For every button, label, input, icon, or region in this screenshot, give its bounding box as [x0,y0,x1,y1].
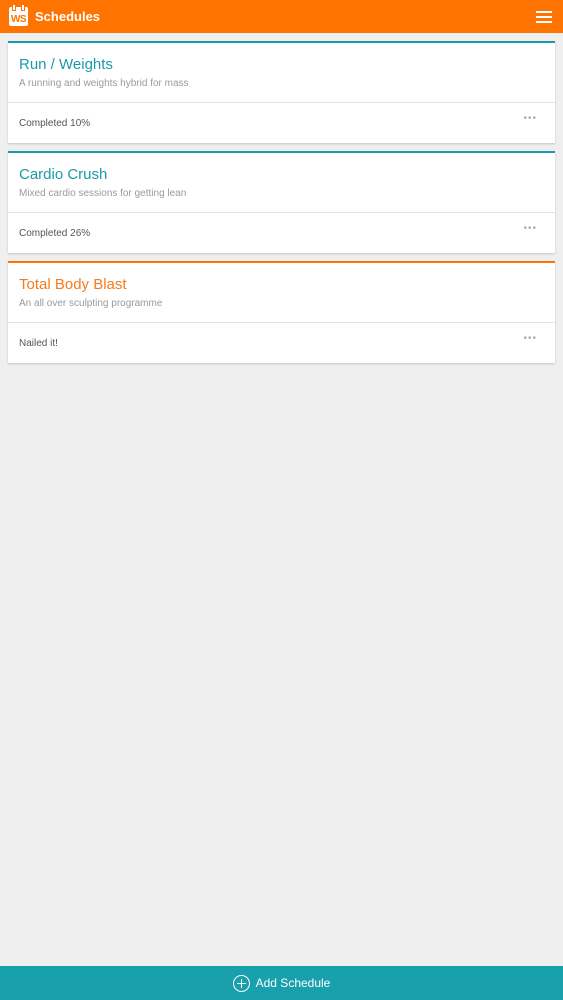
add-schedule-label: Add Schedule [255,976,331,990]
more-horizontal-icon[interactable]: ••• [523,334,537,344]
schedule-status: Completed 10% [19,117,91,129]
more-horizontal-icon[interactable]: ••• [523,114,537,124]
schedule-description: A running and weights hybrid for mass [19,78,189,89]
schedule-card-footer: Completed 26% ••• [8,213,555,253]
schedule-card[interactable]: Total Body Blast An all over sculpting p… [8,261,555,363]
more-horizontal-icon[interactable]: ••• [523,224,537,234]
schedule-card-footer: Nailed it! ••• [8,323,555,363]
schedule-title: Total Body Blast [19,276,127,293]
schedule-card[interactable]: Cardio Crush Mixed cardio sessions for g… [8,151,555,253]
hamburger-icon[interactable] [536,10,552,23]
schedule-card-header[interactable]: Cardio Crush Mixed cardio sessions for g… [8,153,555,213]
schedule-description: An all over sculpting programme [19,298,163,309]
schedule-title: Run / Weights [19,56,113,73]
plus-circle-icon [232,974,250,992]
page-title: Schedules [35,9,101,24]
schedule-status: Completed 26% [19,227,91,239]
calendar-icon: WS [9,4,28,26]
app-header: WS Schedules [0,0,563,33]
schedule-card-header[interactable]: Total Body Blast An all over sculpting p… [8,263,555,323]
schedule-status: Nailed it! [19,337,58,349]
schedule-title: Cardio Crush [19,166,108,183]
schedule-description: Mixed cardio sessions for getting lean [19,188,187,199]
schedule-list: Run / Weights A running and weights hybr… [8,41,555,371]
app-logo-text: WS [10,14,27,25]
schedule-card-footer: Completed 10% ••• [8,103,555,143]
add-schedule-button[interactable]: Add Schedule [0,966,563,1000]
schedule-card-header[interactable]: Run / Weights A running and weights hybr… [8,43,555,103]
schedule-card[interactable]: Run / Weights A running and weights hybr… [8,41,555,143]
